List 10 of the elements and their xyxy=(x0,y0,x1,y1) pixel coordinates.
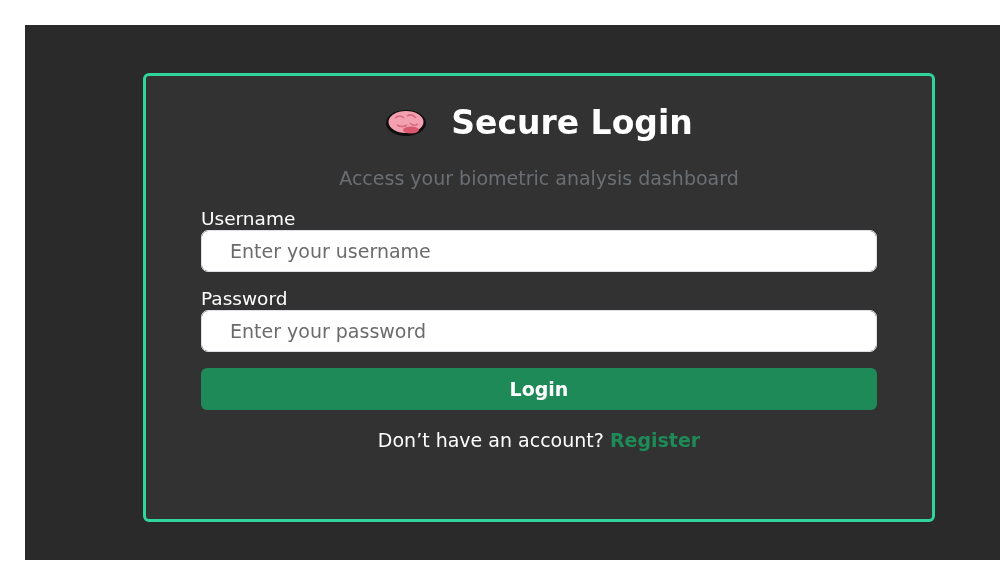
register-prompt: Don’t have an account? Register xyxy=(376,428,702,454)
register-link[interactable]: Register xyxy=(609,429,701,452)
brain-icon xyxy=(385,107,428,138)
login-button[interactable]: Login xyxy=(201,368,877,411)
login-subtitle: Access your biometric analysis dashboard xyxy=(338,165,740,191)
field-label: Password xyxy=(201,288,289,311)
field-label: Username xyxy=(201,208,297,231)
username-field[interactable]: Enter your username xyxy=(201,230,877,273)
password-field[interactable]: Enter your password xyxy=(201,310,877,353)
login-title: Secure Login xyxy=(451,102,693,144)
